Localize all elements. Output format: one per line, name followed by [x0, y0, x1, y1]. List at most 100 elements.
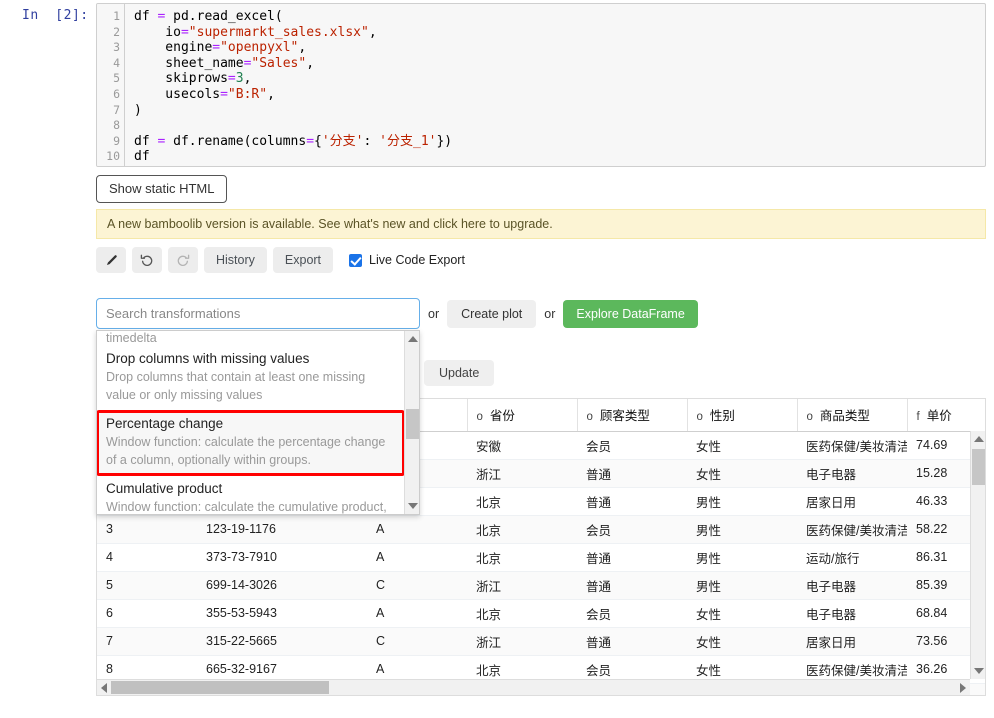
table-cell-c1: 123-19-1176 [197, 515, 367, 544]
version-banner-text: A new bamboolib version is available. Se… [107, 217, 553, 231]
create-plot-button[interactable]: Create plot [447, 299, 537, 328]
dropdown-scroll-thumb[interactable] [406, 409, 419, 439]
transformation-search-row: or Create plot or Explore DataFrame [96, 298, 698, 329]
pencil-icon[interactable] [96, 247, 126, 273]
column-name: 省份 [489, 409, 515, 424]
table-cell-gender: 男性 [687, 487, 797, 516]
explore-dataframe-button[interactable]: Explore DataFrame [563, 299, 698, 328]
code-editor[interactable]: 1 2 3 4 5 6 7 8 9 10 df = pd.read_excel( io="supe… [96, 3, 986, 167]
table-cell-c2: C [367, 571, 467, 600]
table-row[interactable]: 6 355-53-5943 A 北京 会员 女性 电子电器 68.84 [97, 599, 985, 628]
table-cell-customer_type: 普通 [577, 571, 687, 600]
suggestion-item[interactable]: Cumulative product Window function: calcu… [97, 476, 404, 514]
dropdown-scroll-down-icon[interactable] [405, 498, 419, 514]
dropdown-scrollbar[interactable] [404, 331, 419, 514]
or-label-2: or [544, 306, 556, 321]
table-cell-idx: 3 [97, 515, 197, 544]
column-dtype-badge: o [476, 411, 483, 424]
table-cell-c2: A [367, 515, 467, 544]
table-cell-product_type: 电子电器 [797, 599, 907, 628]
table-cell-gender: 男性 [687, 543, 797, 572]
table-row[interactable]: 3 123-19-1176 A 北京 会员 男性 医药保健/美妆清洁 58.22 [97, 515, 985, 544]
table-cell-idx: 4 [97, 543, 197, 572]
suggestion-item[interactable]: Percentage change Window function: calcul… [97, 410, 404, 476]
dropdown-scroll-up-icon[interactable] [405, 331, 419, 347]
table-column-header-性别[interactable]: o 性别 [687, 399, 798, 432]
scroll-left-arrow-icon[interactable] [97, 680, 111, 695]
input-prompt-label: In [2]: [22, 8, 89, 23]
table-vertical-scrollbar[interactable] [970, 431, 985, 679]
table-row[interactable]: 5 699-14-3026 C 浙江 普通 男性 电子电器 85.39 [97, 571, 985, 600]
update-button[interactable]: Update [424, 360, 495, 386]
table-column-header-省份[interactable]: o 省份 [467, 399, 578, 432]
suggestion-description: Window function: calculate the percentag… [106, 435, 386, 467]
table-column-header-商品类型[interactable]: o 商品类型 [797, 399, 908, 432]
scroll-right-arrow-icon[interactable] [956, 680, 970, 695]
notebook-input-cell: In [2]: 1 2 3 4 5 6 7 8 9 10 df = pd.read_excel( … [0, 0, 994, 170]
column-dtype-badge: f [916, 411, 920, 424]
live-code-export-control[interactable]: Live Code Export [349, 253, 465, 267]
table-row[interactable]: 4 373-73-7910 A 北京 普通 男性 运动/旅行 86.31 [97, 543, 985, 572]
table-cell-province: 浙江 [467, 459, 577, 488]
undo-icon[interactable] [132, 247, 162, 273]
table-cell-product_type: 医药保健/美妆清洁 [797, 515, 907, 544]
code-line-numbers: 1 2 3 4 5 6 7 8 9 10 [97, 4, 125, 166]
suggestion-title: Cumulative product [106, 481, 223, 496]
column-name: 商品类型 [819, 409, 870, 424]
table-cell-province: 北京 [467, 543, 577, 572]
table-cell-c1: 355-53-5943 [197, 599, 367, 628]
table-cell-customer_type: 普通 [577, 543, 687, 572]
suggestion-item[interactable]: Drop columns with missing values Drop col… [97, 346, 404, 410]
version-banner[interactable]: A new bamboolib version is available. Se… [96, 209, 986, 239]
scroll-up-arrow-icon[interactable] [971, 431, 985, 447]
table-cell-idx: 6 [97, 599, 197, 628]
table-cell-province: 安徽 [467, 431, 577, 460]
table-row[interactable]: 7 315-22-5665 C 浙江 普通 女性 居家日用 73.56 [97, 627, 985, 656]
bamboolib-toolbar: History Export Live Code Export [96, 247, 465, 273]
column-name: 顾客类型 [599, 409, 650, 424]
table-cell-c2: A [367, 599, 467, 628]
search-transformations-input[interactable] [96, 298, 420, 329]
table-cell-product_type: 医药保健/美妆清洁 [797, 431, 907, 460]
history-button[interactable]: History [204, 247, 267, 273]
show-static-html-button[interactable]: Show static HTML [96, 175, 228, 203]
table-cell-province: 北京 [467, 515, 577, 544]
table-cell-gender: 女性 [687, 599, 797, 628]
scroll-down-arrow-icon[interactable] [971, 663, 985, 679]
suggestion-partial-top[interactable]: timedelta [97, 331, 404, 346]
table-cell-gender: 男性 [687, 515, 797, 544]
transformation-suggestions-dropdown[interactable]: timedelta Drop columns with missing valu… [96, 330, 420, 515]
table-cell-customer_type: 会员 [577, 515, 687, 544]
table-cell-province: 北京 [467, 599, 577, 628]
table-horizontal-scrollbar[interactable] [97, 679, 970, 695]
horizontal-scroll-thumb[interactable] [111, 681, 329, 694]
table-cell-c1: 699-14-3026 [197, 571, 367, 600]
live-code-export-label: Live Code Export [369, 253, 465, 267]
table-cell-c2: C [367, 627, 467, 656]
suggestion-title: Drop columns with missing values [106, 351, 310, 366]
table-cell-customer_type: 普通 [577, 487, 687, 516]
table-cell-c2: A [367, 543, 467, 572]
table-cell-gender: 男性 [687, 571, 797, 600]
live-code-export-checkbox[interactable] [349, 253, 363, 267]
table-cell-product_type: 电子电器 [797, 459, 907, 488]
column-dtype-badge: o [696, 411, 703, 424]
table-cell-customer_type: 普通 [577, 459, 687, 488]
redo-icon[interactable] [168, 247, 198, 273]
table-column-header-顾客类型[interactable]: o 顾客类型 [577, 399, 688, 432]
export-button[interactable]: Export [272, 247, 334, 273]
table-column-header-单价[interactable]: f 单价 [907, 399, 985, 432]
table-cell-idx: 7 [97, 627, 197, 656]
table-cell-product_type: 居家日用 [797, 627, 907, 656]
table-cell-c1: 373-73-7910 [197, 543, 367, 572]
table-cell-customer_type: 普通 [577, 627, 687, 656]
table-cell-product_type: 电子电器 [797, 571, 907, 600]
table-cell-gender: 女性 [687, 431, 797, 460]
table-cell-product_type: 运动/旅行 [797, 543, 907, 572]
table-cell-product_type: 居家日用 [797, 487, 907, 516]
code-content[interactable]: df = pd.read_excel( io="supermarkt_sales… [126, 4, 985, 166]
suggestion-description: Drop columns that contain at least one m… [106, 370, 366, 402]
table-cell-gender: 女性 [687, 627, 797, 656]
suggestion-title: Percentage change [106, 416, 224, 431]
vertical-scroll-thumb[interactable] [972, 449, 985, 485]
